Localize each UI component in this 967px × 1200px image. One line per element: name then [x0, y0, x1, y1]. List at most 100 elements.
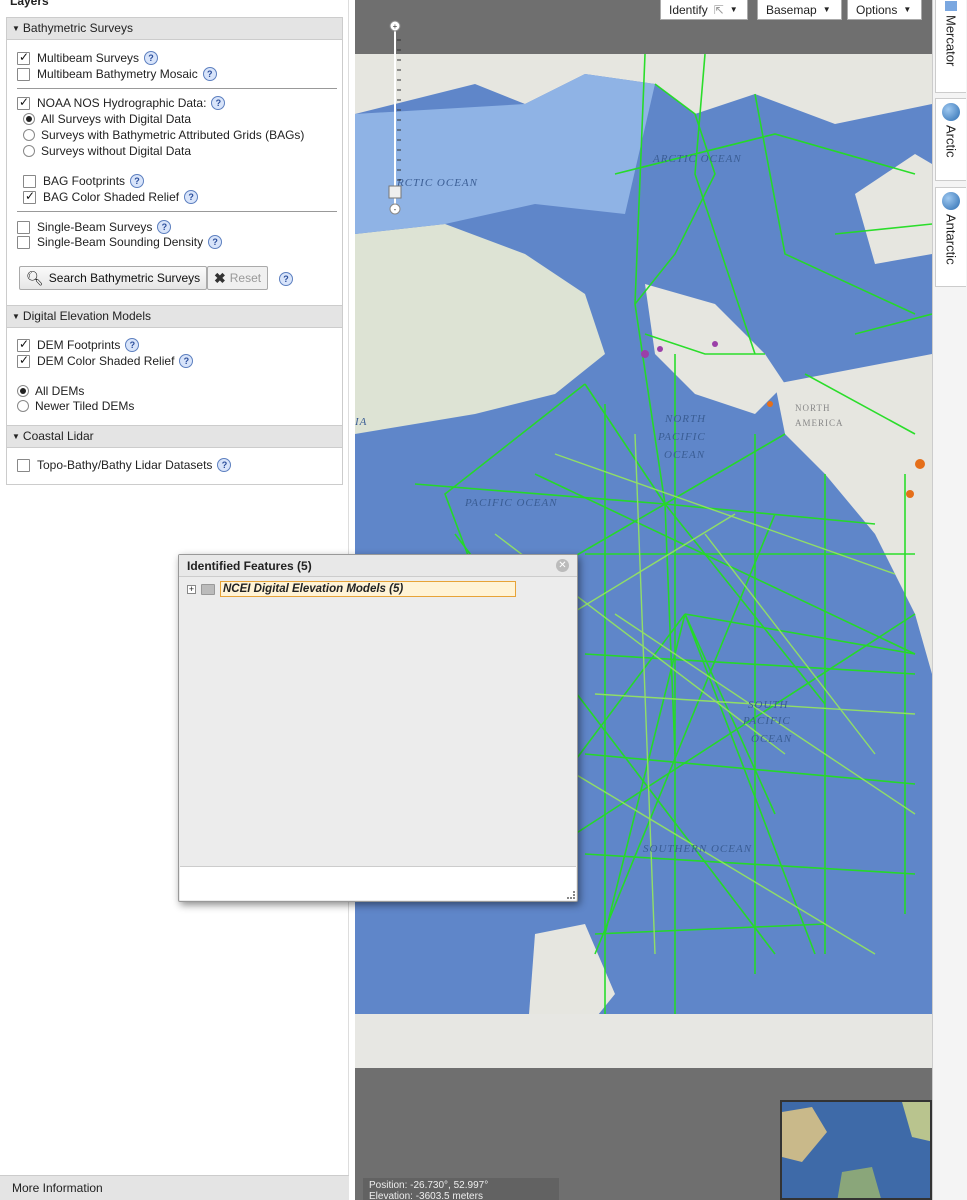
elevation-readout: Elevation: -3603.5 meters [369, 1191, 483, 1200]
noaa-checkbox[interactable] [17, 95, 30, 110]
reset-button[interactable]: ✖ Reset [207, 266, 269, 290]
resize-grip-icon[interactable] [567, 891, 575, 899]
bag-relief-checkbox[interactable] [23, 189, 36, 204]
chevron-down-icon: ▼ [903, 5, 912, 14]
chevron-down-icon: ▼ [822, 5, 831, 14]
bag-relief-label: BAG Color Shaded Relief [43, 190, 180, 204]
help-icon[interactable]: ? [157, 220, 172, 234]
more-information-bar[interactable]: More Information [0, 1175, 349, 1200]
dialog-details-pane [180, 866, 576, 900]
overview-map-image [782, 1102, 930, 1198]
bag-relief-row[interactable]: BAG Color Shaded Relief? [23, 189, 199, 205]
dem-option-newer[interactable]: Newer Tiled DEMs [17, 398, 134, 414]
tab-mercator-label: Mercator [943, 15, 959, 67]
map-label-north-pacific-3: OCEAN [664, 449, 705, 461]
lidar-datasets-row[interactable]: Topo-Bathy/Bathy Lidar Datasets? [17, 457, 232, 473]
help-icon[interactable]: ? [217, 458, 232, 472]
dem-footprints-label: DEM Footprints [37, 338, 121, 352]
help-icon[interactable]: ? [208, 235, 223, 249]
radio-button[interactable] [17, 400, 29, 412]
multibeam-surveys-row[interactable]: Multibeam Surveys? [17, 50, 159, 66]
divider [17, 88, 337, 89]
singlebeam-density-row[interactable]: Single-Beam Sounding Density? [17, 234, 223, 250]
overview-map[interactable] [780, 1100, 932, 1200]
noaa-option-bags[interactable]: Surveys with Bathymetric Attributed Grid… [23, 127, 304, 143]
map-label-north-pacific-2: PACIFIC [657, 431, 706, 443]
help-icon[interactable]: ? [184, 190, 199, 204]
section-header-label: Digital Elevation Models [22, 309, 151, 323]
identify-button[interactable]: Identify ⇱ ▼ [660, 0, 748, 20]
singlebeam-checkbox[interactable] [17, 220, 30, 234]
map-icon [945, 1, 957, 11]
dem-footprints-checkbox[interactable] [17, 337, 30, 352]
zoom-handle[interactable] [388, 185, 402, 199]
folder-icon [201, 583, 215, 595]
dem-relief-checkbox[interactable] [17, 353, 30, 368]
more-information-label: More Information [12, 1181, 103, 1195]
dem-footprints-row[interactable]: DEM Footprints? [17, 337, 140, 353]
radio-label: Surveys without Digital Data [41, 144, 192, 158]
map-label-southern-ocean: SOUTHERN OCEAN [643, 843, 752, 855]
dem-option-all[interactable]: All DEMs [17, 383, 84, 399]
identified-features-dialog[interactable]: Identified Features (5) ✕ + NCEI Digital… [178, 554, 578, 902]
multibeam-mosaic-checkbox[interactable] [17, 67, 30, 81]
map-label-south-pacific-3: OCEAN [751, 733, 792, 745]
noaa-label: NOAA NOS Hydrographic Data: [37, 96, 207, 110]
lidar-datasets-checkbox[interactable] [17, 458, 30, 472]
dialog-title[interactable]: Identified Features (5) [179, 555, 577, 577]
divider [17, 211, 337, 212]
map-label-pacific-ocean: PACIFIC OCEAN [464, 497, 558, 509]
singlebeam-label: Single-Beam Surveys [37, 220, 153, 234]
options-button[interactable]: Options ▼ [847, 0, 922, 20]
dem-section: ▼Digital Elevation Models DEM Footprints… [6, 305, 343, 426]
map-label-arctic-ocean: RCTIC OCEAN [396, 177, 478, 189]
help-icon[interactable]: ? [202, 67, 217, 81]
radio-label: All Surveys with Digital Data [41, 112, 192, 126]
noaa-row[interactable]: NOAA NOS Hydrographic Data:? [17, 95, 226, 111]
multibeam-surveys-label: Multibeam Surveys [37, 51, 140, 65]
noaa-option-nodigital[interactable]: Surveys without Digital Data [23, 143, 191, 159]
dem-section-header[interactable]: ▼ Digital Elevation Models [7, 306, 342, 328]
section-header-label: Bathymetric Surveys [22, 21, 133, 35]
help-icon[interactable]: ? [279, 272, 293, 286]
singlebeam-density-checkbox[interactable] [17, 235, 30, 249]
help-icon[interactable]: ? [130, 174, 145, 188]
multibeam-surveys-checkbox[interactable] [17, 50, 30, 65]
tab-mercator[interactable]: Mercator [935, 0, 966, 93]
map-label-north-pacific-1: NORTH [664, 413, 706, 425]
radio-button[interactable] [17, 385, 29, 397]
globe-icon [942, 103, 960, 121]
svg-text:+: + [393, 22, 398, 31]
lidar-datasets-label: Topo-Bathy/Bathy Lidar Datasets [37, 458, 213, 472]
multibeam-mosaic-row[interactable]: Multibeam Bathymetry Mosaic? [17, 66, 217, 82]
map-label-south-pacific-1: SOUTH [748, 699, 789, 711]
radio-button[interactable] [23, 113, 35, 125]
tab-antarctic[interactable]: Antarctic [935, 187, 966, 287]
close-icon[interactable]: ✕ [556, 559, 569, 572]
search-bathymetric-button[interactable]: 🔍︎ Search Bathymetric Surveys [19, 266, 208, 290]
bag-footprints-row[interactable]: BAG Footprints? [23, 173, 145, 189]
tree-item[interactable]: + NCEI Digital Elevation Models (5) [187, 581, 516, 597]
lidar-section-header[interactable]: ▼ Coastal Lidar [7, 426, 342, 448]
help-icon[interactable]: ? [144, 51, 159, 65]
tree-item-label[interactable]: NCEI Digital Elevation Models (5) [220, 581, 516, 597]
bag-footprints-checkbox[interactable] [23, 174, 36, 188]
singlebeam-row[interactable]: Single-Beam Surveys? [17, 219, 172, 235]
bag-footprints-label: BAG Footprints [43, 174, 126, 188]
bathymetric-section-header[interactable]: ▼ Bathymetric Surveys [7, 18, 342, 40]
help-icon[interactable]: ? [211, 96, 226, 110]
basemap-button[interactable]: Basemap ▼ [757, 0, 842, 20]
zoom-slider[interactable]: + - [388, 20, 402, 216]
identify-label: Identify [669, 2, 708, 17]
map-label-arctic-ocean-2: ARCTIC OCEAN [652, 153, 742, 165]
expand-plus-icon[interactable]: + [187, 584, 196, 594]
help-icon[interactable]: ? [125, 338, 140, 352]
lidar-section: ▼ Coastal Lidar Topo-Bathy/Bathy Lidar Da… [6, 425, 343, 485]
help-icon[interactable]: ? [179, 354, 194, 368]
radio-button[interactable] [23, 145, 35, 157]
noaa-option-all[interactable]: All Surveys with Digital Data [23, 111, 191, 127]
radio-button[interactable] [23, 129, 35, 141]
reset-button-label: Reset [229, 271, 262, 285]
tab-arctic[interactable]: Arctic [935, 98, 966, 181]
dem-relief-row[interactable]: DEM Color Shaded Relief? [17, 353, 194, 369]
